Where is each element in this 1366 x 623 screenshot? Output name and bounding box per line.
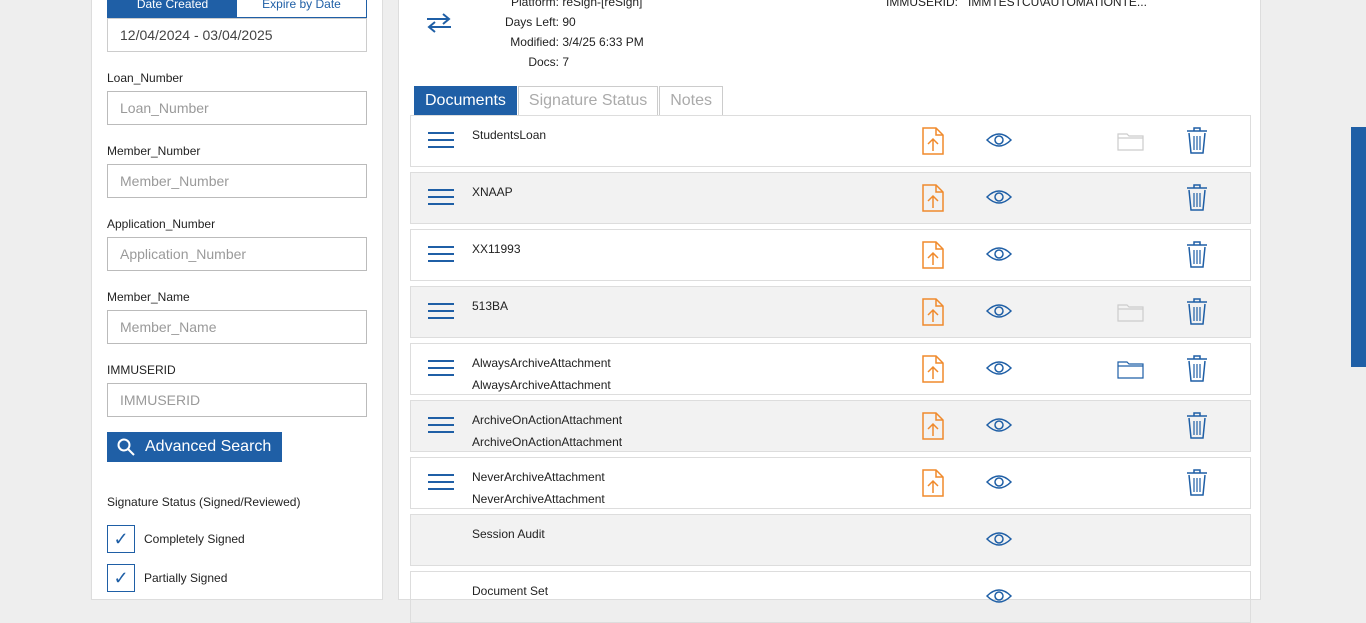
trash-icon[interactable] [1186,354,1208,387]
application-number-label: Application_Number [107,217,216,231]
completely-signed-checkbox[interactable]: ✓ [107,525,135,553]
meta-docs: Docs: 7 [528,55,570,69]
filter-panel: Date Created Expire by Date 12/04/2024 -… [91,0,383,600]
tab-expire-by-date[interactable]: Expire by Date [237,0,366,17]
upload-file-icon[interactable] [922,184,944,217]
completely-signed-row: ✓ Completely Signed [107,525,245,553]
document-name: Session Audit [472,527,545,541]
partially-signed-checkbox[interactable]: ✓ [107,564,135,592]
drag-handle-icon[interactable] [428,360,454,378]
signature-status-label: Signature Status (Signed/Reviewed) [107,495,301,509]
detail-tabs: Documents Signature Status Notes [414,86,724,116]
document-row[interactable]: NeverArchiveAttachment NeverArchiveAttach… [410,457,1251,509]
date-filter-tabs: Date Created Expire by Date [107,0,367,18]
partially-signed-label: Partially Signed [144,571,228,585]
application-number-input[interactable] [107,237,367,271]
upload-file-icon[interactable] [922,469,944,502]
member-name-label: Member_Name [107,290,190,304]
document-names: Session Audit [472,523,545,545]
document-row[interactable]: XNAAP [410,172,1251,224]
drag-handle-icon[interactable] [428,417,454,435]
document-name: 513BA [472,299,509,313]
document-row[interactable]: AlwaysArchiveAttachment AlwaysArchiveAtta… [410,343,1251,395]
eye-icon[interactable] [985,530,1013,553]
folder-icon[interactable] [1117,131,1144,156]
document-row[interactable]: Document Set [410,571,1251,623]
drag-handle-icon[interactable] [428,132,454,150]
document-names: 513BA [472,295,508,317]
meta-modified: Modified: 3/4/25 6:33 PM [510,35,644,49]
document-names: AlwaysArchiveAttachment AlwaysArchiveAtta… [472,352,611,396]
completely-signed-label: Completely Signed [144,532,245,546]
document-names: NeverArchiveAttachment NeverArchiveAttach… [472,466,605,510]
tab-documents[interactable]: Documents [414,86,517,116]
advanced-search-button[interactable]: Advanced Search [107,432,282,462]
tab-date-created[interactable]: Date Created [108,0,237,17]
member-number-label: Member_Number [107,144,201,158]
eye-icon[interactable] [985,131,1013,154]
document-names: ArchiveOnActionAttachment ArchiveOnAction… [472,409,622,453]
document-name: ArchiveOnActionAttachment [472,435,623,449]
document-row[interactable]: ArchiveOnActionAttachment ArchiveOnAction… [410,400,1251,452]
meta-days-left: Days Left: 90 [504,15,576,29]
advanced-search-label: Advanced Search [145,438,272,455]
document-row[interactable]: Session Audit [410,514,1251,566]
tab-notes[interactable]: Notes [659,86,724,116]
trash-icon[interactable] [1186,297,1208,330]
date-range-input[interactable]: 12/04/2024 - 03/04/2025 [107,18,367,52]
trash-icon[interactable] [1186,183,1208,216]
trash-icon[interactable] [1186,468,1208,501]
drag-handle-icon[interactable] [428,246,454,264]
document-names: XX11993 [472,238,521,260]
package-detail-panel: Platform: reSign-[reSign] Days Left: 90 … [398,0,1261,623]
document-name: NeverArchiveAttachment [472,492,605,506]
document-name: AlwaysArchiveAttachment [472,378,611,392]
document-names: Document Set [472,580,548,602]
document-row[interactable]: XX11993 [410,229,1251,281]
eye-icon[interactable] [985,188,1013,211]
eye-icon[interactable] [985,587,1013,610]
upload-file-icon[interactable] [922,355,944,388]
document-name: NeverArchiveAttachment [472,470,605,484]
member-number-input[interactable] [107,164,367,198]
partially-signed-row: ✓ Partially Signed [107,564,227,592]
eye-icon[interactable] [985,473,1013,496]
document-name: XNAAP [472,185,513,199]
eye-icon[interactable] [985,359,1013,382]
upload-file-icon[interactable] [922,298,944,331]
eye-icon[interactable] [985,302,1013,325]
side-panel-handle[interactable] [1351,127,1366,367]
upload-file-icon[interactable] [922,241,944,274]
folder-icon[interactable] [1117,359,1144,384]
immuserid-input[interactable] [107,383,367,417]
loan-number-label: Loan_Number [107,71,184,85]
eye-icon[interactable] [985,416,1013,439]
document-row[interactable]: StudentsLoan [410,115,1251,167]
document-row[interactable]: 513BA [410,286,1251,338]
tab-signature-status[interactable]: Signature Status [517,86,659,116]
drag-handle-icon[interactable] [428,474,454,492]
loan-number-input[interactable] [107,91,367,125]
member-name-input[interactable] [107,310,367,344]
document-name: Document Set [472,584,549,598]
upload-file-icon[interactable] [922,412,944,445]
trash-icon[interactable] [1186,240,1208,273]
search-icon [117,438,135,456]
drag-handle-icon[interactable] [428,189,454,207]
folder-icon[interactable] [1117,302,1144,327]
document-names: XNAAP [472,181,513,203]
document-name: StudentsLoan [472,128,547,142]
immuserid-label: IMMUSERID [107,363,176,377]
meta-immuserid: IMMUSERID: IMMTESTCU\AUTOMATIONTE... [886,0,1147,9]
upload-file-icon[interactable] [922,127,944,160]
meta-platform: Platform: reSign-[reSign] [510,0,643,9]
drag-handle-icon[interactable] [428,303,454,321]
document-name: ArchiveOnActionAttachment [472,413,623,427]
document-name: AlwaysArchiveAttachment [472,356,611,370]
document-name: XX11993 [472,242,521,256]
trash-icon[interactable] [1186,411,1208,444]
eye-icon[interactable] [985,245,1013,268]
trash-icon[interactable] [1186,126,1208,159]
document-names: StudentsLoan [472,124,546,146]
